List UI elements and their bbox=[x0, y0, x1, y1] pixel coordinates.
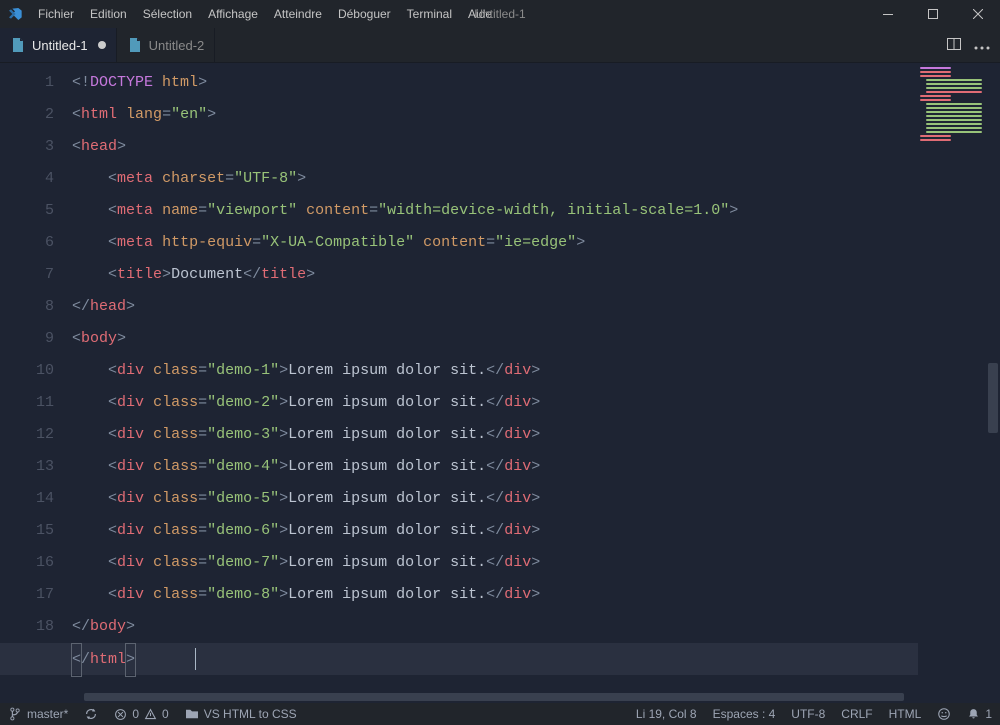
notifications[interactable]: 1 bbox=[959, 703, 1000, 725]
tab-actions bbox=[936, 28, 1000, 62]
scrollbar-thumb[interactable] bbox=[988, 363, 998, 433]
menu-go[interactable]: Atteindre bbox=[266, 0, 330, 28]
vertical-scrollbar[interactable] bbox=[986, 63, 1000, 703]
line-number: 2 bbox=[0, 99, 72, 131]
minimap[interactable] bbox=[916, 63, 986, 143]
menu-view[interactable]: Affichage bbox=[200, 0, 266, 28]
code-line[interactable]: <div class="demo-2">Lorem ipsum dolor si… bbox=[72, 387, 1000, 419]
menu-file[interactable]: Fichier bbox=[30, 0, 82, 28]
tab-label: Untitled-1 bbox=[32, 38, 88, 53]
sync-icon bbox=[84, 707, 98, 721]
code-line[interactable]: <head> bbox=[72, 131, 1000, 163]
code-line[interactable]: <div class="demo-6">Lorem ipsum dolor si… bbox=[72, 515, 1000, 547]
code-line[interactable]: <div class="demo-1">Lorem ipsum dolor si… bbox=[72, 355, 1000, 387]
more-actions-icon[interactable] bbox=[974, 38, 990, 53]
line-number: 16 bbox=[0, 547, 72, 579]
split-editor-icon[interactable] bbox=[946, 36, 962, 55]
text-cursor bbox=[195, 648, 196, 670]
encoding[interactable]: UTF-8 bbox=[783, 703, 833, 725]
status-bar: master* 0 0 VS HTML to CSS Li 19, Col 8 … bbox=[0, 703, 1000, 725]
code-line[interactable]: <title>Document</title> bbox=[72, 259, 1000, 291]
code-line[interactable]: </body> bbox=[72, 611, 1000, 643]
scrollbar-thumb[interactable] bbox=[84, 693, 904, 701]
code-line[interactable]: <div class="demo-4">Lorem ipsum dolor si… bbox=[72, 451, 1000, 483]
sync-button[interactable] bbox=[76, 703, 106, 725]
titlebar: Fichier Edition Sélection Affichage Atte… bbox=[0, 0, 1000, 28]
line-number: 1 bbox=[0, 67, 72, 99]
close-button[interactable] bbox=[955, 0, 1000, 28]
git-branch-icon bbox=[8, 707, 22, 721]
warning-icon bbox=[144, 708, 157, 721]
line-number: 17 bbox=[0, 579, 72, 611]
menu-terminal[interactable]: Terminal bbox=[399, 0, 460, 28]
file-icon bbox=[10, 37, 26, 53]
line-number: 12 bbox=[0, 419, 72, 451]
menu-bar: Fichier Edition Sélection Affichage Atte… bbox=[30, 0, 500, 28]
line-number: 14 bbox=[0, 483, 72, 515]
maximize-button[interactable] bbox=[910, 0, 955, 28]
app-logo-icon bbox=[0, 0, 30, 28]
file-icon bbox=[127, 37, 143, 53]
code-line[interactable]: </html> bbox=[72, 643, 1000, 675]
code-line[interactable]: <div class="demo-7">Lorem ipsum dolor si… bbox=[72, 547, 1000, 579]
line-number: 6 bbox=[0, 227, 72, 259]
eol[interactable]: CRLF bbox=[833, 703, 880, 725]
folder-icon bbox=[185, 708, 199, 720]
line-number: 13 bbox=[0, 451, 72, 483]
tab-untitled-1[interactable]: Untitled-1 bbox=[0, 28, 117, 62]
tab-bar: Untitled-1 Untitled-2 bbox=[0, 28, 1000, 63]
problems[interactable]: 0 0 bbox=[106, 703, 176, 725]
folder-indicator[interactable]: VS HTML to CSS bbox=[177, 703, 305, 725]
line-number: 3 bbox=[0, 131, 72, 163]
code-line[interactable]: <meta charset="UTF-8"> bbox=[72, 163, 1000, 195]
horizontal-scrollbar[interactable] bbox=[72, 693, 986, 703]
language-mode[interactable]: HTML bbox=[881, 703, 930, 725]
menu-selection[interactable]: Sélection bbox=[135, 0, 200, 28]
code-line[interactable]: <html lang="en"> bbox=[72, 99, 1000, 131]
line-number: 9 bbox=[0, 323, 72, 355]
tab-label: Untitled-2 bbox=[149, 38, 205, 53]
dirty-indicator-icon bbox=[98, 41, 106, 49]
menu-debug[interactable]: Déboguer bbox=[330, 0, 399, 28]
cursor-position[interactable]: Li 19, Col 8 bbox=[628, 703, 705, 725]
window-title: Untitled-1 bbox=[474, 7, 525, 21]
line-number: 4 bbox=[0, 163, 72, 195]
minimize-button[interactable] bbox=[865, 0, 910, 28]
code-line[interactable]: <div class="demo-5">Lorem ipsum dolor si… bbox=[72, 483, 1000, 515]
bell-icon bbox=[967, 707, 980, 721]
line-number: 11 bbox=[0, 387, 72, 419]
editor[interactable]: 12345678910111213141516171819 <!DOCTYPE … bbox=[0, 63, 1000, 703]
git-branch[interactable]: master* bbox=[0, 703, 76, 725]
line-number: 8 bbox=[0, 291, 72, 323]
code-line[interactable]: </head> bbox=[72, 291, 1000, 323]
menu-edit[interactable]: Edition bbox=[82, 0, 135, 28]
line-number: 10 bbox=[0, 355, 72, 387]
error-icon bbox=[114, 708, 127, 721]
feedback-button[interactable] bbox=[929, 703, 959, 725]
code-line[interactable]: <div class="demo-3">Lorem ipsum dolor si… bbox=[72, 419, 1000, 451]
code-line[interactable]: <body> bbox=[72, 323, 1000, 355]
window-controls bbox=[865, 0, 1000, 28]
code-line[interactable]: <meta http-equiv="X-UA-Compatible" conte… bbox=[72, 227, 1000, 259]
line-number: 15 bbox=[0, 515, 72, 547]
smiley-icon bbox=[937, 707, 951, 721]
code-line[interactable]: <!DOCTYPE html> bbox=[72, 67, 1000, 99]
line-number-gutter: 12345678910111213141516171819 bbox=[0, 63, 72, 703]
line-number: 18 bbox=[0, 611, 72, 643]
tab-untitled-2[interactable]: Untitled-2 bbox=[117, 28, 216, 62]
code-line[interactable]: <div class="demo-8">Lorem ipsum dolor si… bbox=[72, 579, 1000, 611]
code-line[interactable]: <meta name="viewport" content="width=dev… bbox=[72, 195, 1000, 227]
line-number: 7 bbox=[0, 259, 72, 291]
code-area[interactable]: <!DOCTYPE html><html lang="en"><head> <m… bbox=[72, 63, 1000, 703]
line-number: 5 bbox=[0, 195, 72, 227]
indentation[interactable]: Espaces : 4 bbox=[705, 703, 784, 725]
